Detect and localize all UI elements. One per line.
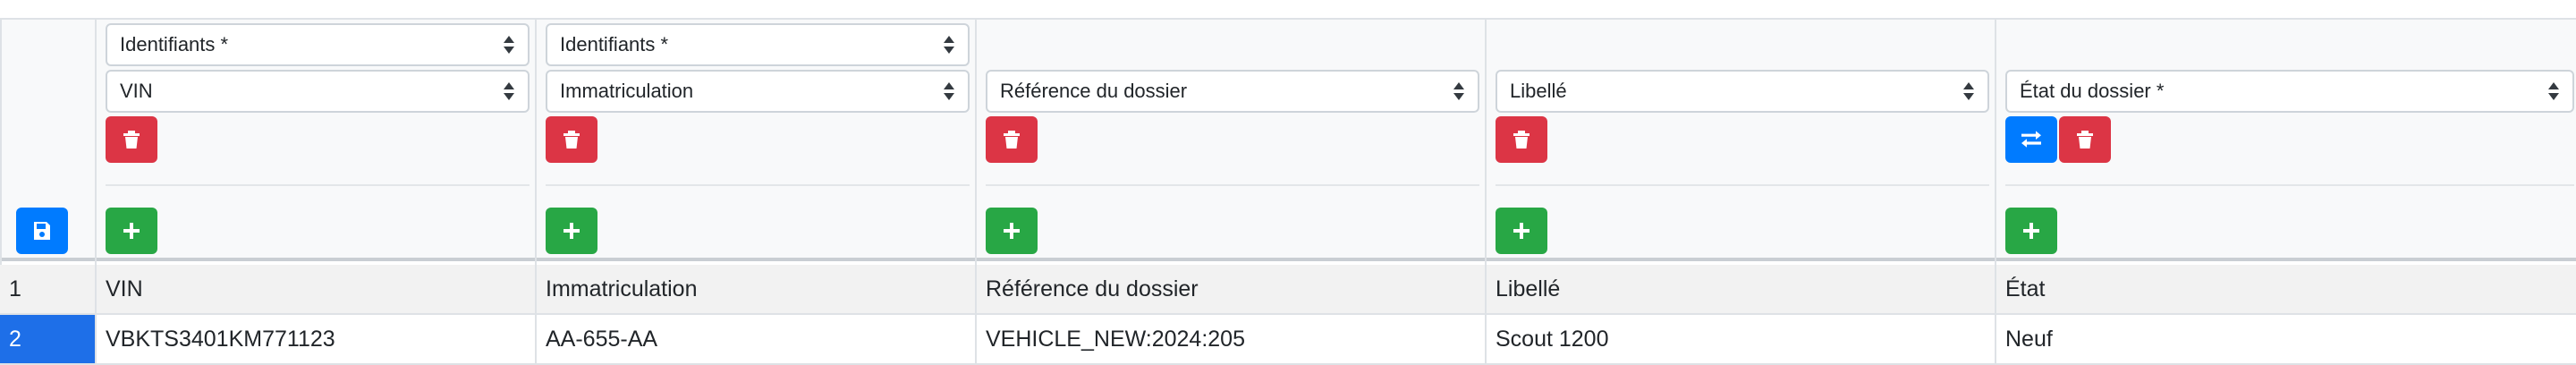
- table-cell[interactable]: Neuf: [1996, 315, 2576, 363]
- select-value: État du dossier *: [2020, 80, 2165, 102]
- add-field-button[interactable]: [546, 208, 597, 254]
- select-value: Identifiants *: [120, 33, 229, 55]
- delete-button[interactable]: [2059, 116, 2111, 163]
- divider: [986, 184, 1479, 186]
- select-value: VIN: [120, 80, 153, 102]
- delete-button[interactable]: [1496, 116, 1547, 163]
- column-divider: [1485, 265, 1487, 365]
- trash-icon: [2077, 131, 2093, 149]
- sort-caret-icon: [944, 82, 954, 100]
- table-cell[interactable]: VBKTS3401KM771123: [97, 315, 537, 363]
- field-select[interactable]: Libellé: [1496, 70, 1989, 113]
- column-divider: [95, 265, 97, 365]
- swap-button[interactable]: [2005, 116, 2057, 163]
- save-button[interactable]: [16, 208, 68, 254]
- delete-button[interactable]: [986, 116, 1038, 163]
- trash-icon: [1513, 131, 1530, 149]
- field-select[interactable]: VIN: [106, 70, 530, 113]
- field-select[interactable]: Référence du dossier: [986, 70, 1479, 113]
- add-field-button[interactable]: [1496, 208, 1547, 254]
- sort-caret-icon: [1453, 82, 1464, 100]
- select-value: Immatriculation: [560, 80, 694, 102]
- sort-caret-icon: [504, 36, 514, 54]
- select-value: Libellé: [1510, 80, 1567, 102]
- swap-arrows-icon: [2021, 131, 2041, 148]
- delete-button[interactable]: [106, 116, 157, 163]
- sort-caret-icon: [504, 82, 514, 100]
- column-divider: [975, 265, 977, 365]
- sort-caret-icon: [2548, 82, 2559, 100]
- plus-icon: [1004, 223, 1020, 239]
- trash-icon: [123, 131, 140, 149]
- mapping-grid: Identifiants * VIN Identifiants * Immatr…: [0, 18, 2576, 365]
- row-number[interactable]: 2: [0, 315, 97, 363]
- table-row: 2 VBKTS3401KM771123 AA-655-AA VEHICLE_NE…: [0, 315, 2576, 365]
- select-value: Identifiants *: [560, 33, 669, 55]
- plus-icon: [2023, 223, 2039, 239]
- divider: [106, 184, 530, 186]
- identifier-group-select[interactable]: Identifiants *: [546, 23, 970, 66]
- table-cell[interactable]: État: [1996, 265, 2576, 313]
- divider: [546, 184, 970, 186]
- row-number[interactable]: 1: [0, 265, 97, 313]
- table-cell[interactable]: Immatriculation: [537, 265, 977, 313]
- sort-caret-icon: [944, 36, 954, 54]
- add-field-button[interactable]: [986, 208, 1038, 254]
- add-field-button[interactable]: [106, 208, 157, 254]
- table-cell[interactable]: AA-655-AA: [537, 315, 977, 363]
- sort-caret-icon: [1963, 82, 1974, 100]
- field-select[interactable]: Immatriculation: [546, 70, 970, 113]
- plus-icon: [564, 223, 580, 239]
- table-cell[interactable]: Scout 1200: [1487, 315, 1996, 363]
- field-select[interactable]: État du dossier *: [2005, 70, 2574, 113]
- plus-icon: [123, 223, 140, 239]
- plus-icon: [1513, 223, 1530, 239]
- trash-icon: [564, 131, 580, 149]
- floppy-disk-icon: [34, 222, 50, 240]
- divider: [1496, 184, 1989, 186]
- column-divider: [1995, 265, 1996, 365]
- add-field-button[interactable]: [2005, 208, 2057, 254]
- divider: [2005, 184, 2574, 186]
- table-row: 1 VIN Immatriculation Référence du dossi…: [0, 265, 2576, 315]
- identifier-group-select[interactable]: Identifiants *: [106, 23, 530, 66]
- column-divider: [535, 265, 537, 365]
- trash-icon: [1004, 131, 1020, 149]
- table-cell[interactable]: VIN: [97, 265, 537, 313]
- table-cell[interactable]: Référence du dossier: [977, 265, 1487, 313]
- delete-button[interactable]: [546, 116, 597, 163]
- table-cell[interactable]: Libellé: [1487, 265, 1996, 313]
- table-cell[interactable]: VEHICLE_NEW:2024:205: [977, 315, 1487, 363]
- select-value: Référence du dossier: [1000, 80, 1188, 102]
